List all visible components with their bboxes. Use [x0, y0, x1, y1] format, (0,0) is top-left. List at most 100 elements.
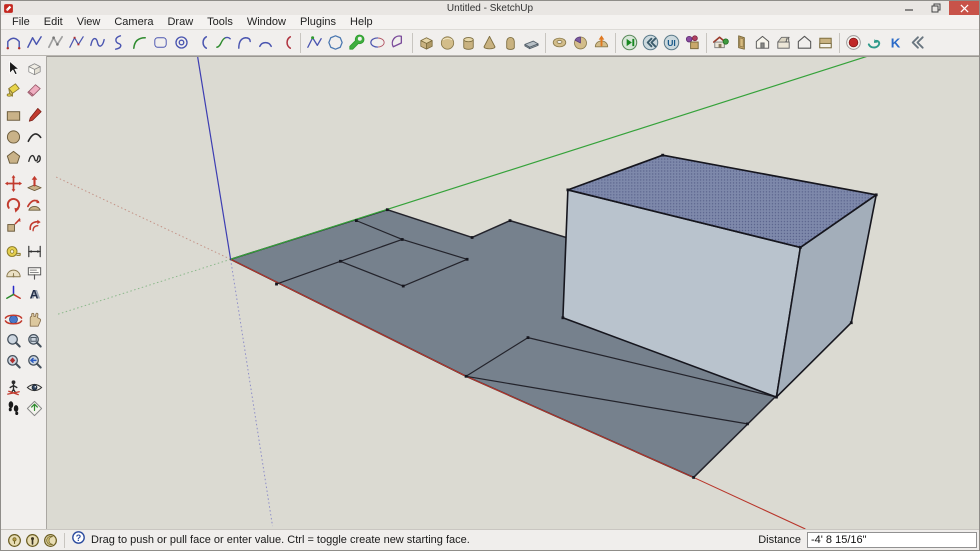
person-circle-icon[interactable] [25, 533, 40, 548]
menu-help[interactable]: Help [343, 15, 380, 30]
arc-tool-button[interactable] [24, 126, 45, 147]
eraser-tool-button[interactable] [24, 79, 45, 100]
ellipse-red-button[interactable] [367, 32, 388, 54]
polyline-dot-button[interactable] [304, 32, 325, 54]
solid-cylinder-button[interactable] [458, 32, 479, 54]
spiral-button[interactable] [171, 32, 192, 54]
follow-me-tool-button[interactable] [24, 194, 45, 215]
section-plane-tool-button[interactable] [24, 398, 45, 419]
orbit-tool-button[interactable] [3, 309, 24, 330]
menu-tools[interactable]: Tools [200, 15, 240, 30]
restore-button[interactable] [922, 1, 949, 15]
zoom-previous-tool-button[interactable] [24, 351, 45, 372]
menu-draw[interactable]: Draw [160, 15, 200, 30]
house-outline-button[interactable] [794, 32, 815, 54]
wrench-button[interactable] [346, 32, 367, 54]
arc-small-button[interactable] [255, 32, 276, 54]
solid-capsule-icon [501, 33, 520, 52]
look-around-tool-button[interactable] [24, 377, 45, 398]
menu-file[interactable]: File [5, 15, 37, 30]
solid-box-button[interactable] [416, 32, 437, 54]
polygon-tool-button[interactable] [3, 147, 24, 168]
ui-circle-button[interactable]: UI [661, 32, 682, 54]
offset-tool-button[interactable] [24, 215, 45, 236]
measurement-input[interactable] [807, 532, 977, 548]
rounded-rect-button[interactable] [150, 32, 171, 54]
solid-donut-button[interactable] [549, 32, 570, 54]
line-tool-button[interactable] [24, 105, 45, 126]
circle-tool-button[interactable] [3, 126, 24, 147]
minimize-button[interactable] [895, 1, 922, 15]
solid-capsule-button[interactable] [500, 32, 521, 54]
rectangle-tool-button[interactable] [3, 105, 24, 126]
select-tool-button[interactable] [3, 58, 24, 79]
solid-wedge-button[interactable] [570, 32, 591, 54]
3d-text-tool-button[interactable]: AA [24, 283, 45, 304]
bezier-arch-button[interactable] [3, 32, 24, 54]
plugins-cluster-button[interactable] [682, 32, 703, 54]
house-front-button[interactable] [752, 32, 773, 54]
arc-c-red-button[interactable] [276, 32, 297, 54]
curve-wave-button[interactable] [87, 32, 108, 54]
polyline-nodes-button[interactable] [66, 32, 87, 54]
arc-c-blue-icon [193, 33, 212, 52]
help-icon[interactable]: ? [71, 530, 91, 550]
scale-tool-button[interactable] [3, 215, 24, 236]
walk-tool-button[interactable] [3, 398, 24, 419]
protractor-tool-button[interactable] [3, 262, 24, 283]
rotate-tool-button[interactable] [3, 194, 24, 215]
geo-circle-icon[interactable] [7, 533, 22, 548]
paint-bucket-tool-button[interactable] [3, 79, 24, 100]
solid-sphere-button[interactable] [437, 32, 458, 54]
polygon-outline-button[interactable] [325, 32, 346, 54]
house-tree-button[interactable] [710, 32, 731, 54]
slab-front-button[interactable] [815, 32, 836, 54]
curve-hook-button[interactable] [234, 32, 255, 54]
plugins-cluster-icon [683, 33, 702, 52]
tape-measure-tool-button[interactable] [3, 241, 24, 262]
make-component-tool-button[interactable] [24, 58, 45, 79]
zoom-window-tool-button[interactable] [24, 330, 45, 351]
close-button[interactable] [949, 1, 979, 15]
door-panel-button[interactable] [731, 32, 752, 54]
make-component-icon [25, 59, 44, 78]
curve-s-button[interactable] [108, 32, 129, 54]
freehand-tool-button[interactable] [24, 147, 45, 168]
viewport-3d[interactable] [47, 56, 979, 529]
position-camera-tool-button[interactable] [3, 377, 24, 398]
zoom-extents-tool-button[interactable] [3, 351, 24, 372]
solid-slab-button[interactable] [521, 32, 542, 54]
push-pull-icon [25, 174, 44, 193]
crescent-circle-icon[interactable] [43, 533, 58, 548]
menu-view[interactable]: View [70, 15, 108, 30]
pan-tool-button[interactable] [24, 309, 45, 330]
zoom-tool-button[interactable] [3, 330, 24, 351]
arrow-s-green-button[interactable] [864, 32, 885, 54]
dimension-tool-button[interactable] [24, 241, 45, 262]
solid-cone-button[interactable] [479, 32, 500, 54]
scene-canvas[interactable] [47, 57, 979, 529]
chevrons-collapse-button[interactable] [906, 32, 927, 54]
k-blue-button[interactable]: K [885, 32, 906, 54]
menu-camera[interactable]: Camera [107, 15, 160, 30]
push-pull-tool-button[interactable] [24, 173, 45, 194]
play-circle-button[interactable] [619, 32, 640, 54]
polyline-blue-button[interactable] [24, 32, 45, 54]
menu-plugins[interactable]: Plugins [293, 15, 343, 30]
text-icon [25, 263, 44, 282]
rewind-circle-button[interactable] [640, 32, 661, 54]
vertex-point [746, 423, 749, 426]
move-tool-button[interactable] [3, 173, 24, 194]
box-lid-button[interactable] [773, 32, 794, 54]
arc-green-button[interactable] [129, 32, 150, 54]
dome-arrow-button[interactable] [591, 32, 612, 54]
menu-edit[interactable]: Edit [37, 15, 70, 30]
arc-pie-button[interactable] [388, 32, 409, 54]
polyline-gray-button[interactable] [45, 32, 66, 54]
arc-c-blue-button[interactable] [192, 32, 213, 54]
menu-window[interactable]: Window [240, 15, 293, 30]
text-tool-button[interactable] [24, 262, 45, 283]
record-dot-button[interactable] [843, 32, 864, 54]
axes-tool-button[interactable] [3, 283, 24, 304]
curve-diag-button[interactable] [213, 32, 234, 54]
